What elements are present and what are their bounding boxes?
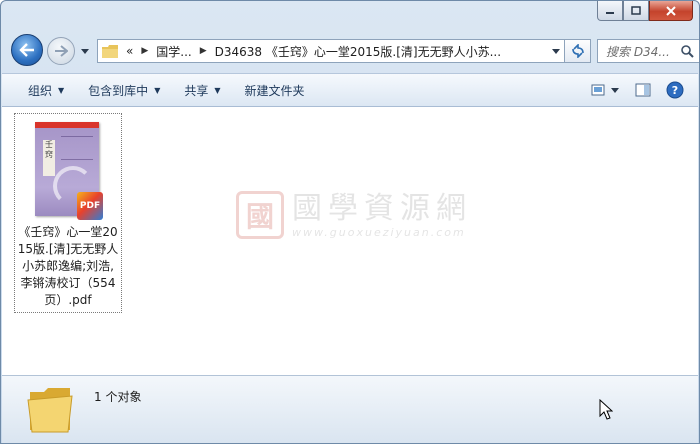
address-dropdown-button[interactable] bbox=[548, 40, 564, 62]
help-button[interactable]: ? bbox=[662, 78, 688, 102]
back-button[interactable] bbox=[11, 34, 43, 66]
watermark-seal: 國 bbox=[236, 191, 284, 239]
arrow-left-icon bbox=[19, 43, 34, 57]
refresh-button[interactable] bbox=[565, 39, 591, 63]
folder-icon bbox=[102, 44, 118, 58]
view-icon bbox=[591, 84, 619, 96]
explorer-window: « ▶ 国学... ▶ D34638 《壬窍》心一堂2015版.[清]无无野人小… bbox=[0, 0, 700, 444]
watermark-url: www.guoxueziyuan.com bbox=[292, 225, 466, 239]
folder-icon bbox=[27, 388, 73, 433]
search-placeholder: 搜索 D34... bbox=[606, 44, 670, 59]
caption-buttons bbox=[597, 1, 693, 21]
watermark-text: 國學資源網 www.guoxueziyuan.com bbox=[292, 190, 472, 239]
organize-label: 组织 bbox=[28, 83, 53, 98]
close-button[interactable] bbox=[649, 1, 693, 21]
breadcrumb-overflow[interactable]: « bbox=[126, 44, 133, 58]
navigation-bar: « ▶ 国学... ▶ D34638 《壬窍》心一堂2015版.[清]无无野人小… bbox=[9, 31, 699, 69]
chevron-down-icon bbox=[552, 48, 560, 54]
include-in-library-label: 包含到库中 bbox=[88, 83, 149, 98]
pdf-icon: PDF bbox=[77, 192, 103, 220]
address-bar[interactable]: « ▶ 国学... ▶ D34638 《壬窍》心一堂2015版.[清]无无野人小… bbox=[97, 39, 565, 63]
details-pane: 1 个对象 bbox=[2, 375, 698, 443]
chevron-down-icon bbox=[81, 48, 89, 54]
search-icon[interactable] bbox=[680, 44, 694, 58]
chevron-down-icon: ▼ bbox=[58, 85, 65, 95]
minimize-button[interactable] bbox=[597, 1, 623, 21]
forward-button[interactable] bbox=[47, 37, 75, 65]
organize-menu[interactable]: 组织 ▼ bbox=[16, 78, 76, 102]
file-list[interactable]: 壬窍 PDF 《壬窍》心一堂2015版.[清]无无野人小苏郎逸编;刘浩, 李锵涛… bbox=[2, 107, 698, 375]
breadcrumb: « ▶ 国学... ▶ D34638 《壬窍》心一堂2015版.[清]无无野人小… bbox=[126, 43, 548, 60]
breadcrumb-segment[interactable]: 国学... bbox=[156, 43, 191, 60]
chevron-down-icon: ▼ bbox=[154, 85, 161, 95]
preview-pane-icon bbox=[635, 83, 651, 97]
cover-text-lines bbox=[61, 136, 93, 160]
arrow-right-icon bbox=[55, 45, 68, 57]
item-count: 1 个对象 bbox=[94, 390, 142, 404]
chevron-down-icon: ▼ bbox=[214, 85, 221, 95]
cover-strip bbox=[35, 122, 99, 128]
preview-pane-button[interactable] bbox=[630, 78, 656, 102]
svg-text:?: ? bbox=[672, 84, 678, 97]
file-name: 《壬窍》心一堂2015版.[清]无无野人小苏郎逸编;刘浩, 李锵涛校订（554页… bbox=[17, 225, 119, 307]
include-in-library-menu[interactable]: 包含到库中 ▼ bbox=[76, 78, 172, 102]
share-label: 共享 bbox=[184, 83, 209, 98]
view-controls: ? bbox=[582, 78, 688, 102]
maximize-icon bbox=[631, 6, 641, 15]
new-folder-button[interactable]: 新建文件夹 bbox=[233, 78, 317, 102]
command-bar: 组织 ▼ 包含到库中 ▼ 共享 ▼ 新建文件夹 ? bbox=[2, 73, 698, 107]
refresh-icon bbox=[571, 44, 584, 58]
minimize-icon bbox=[606, 11, 614, 14]
new-folder-label: 新建文件夹 bbox=[244, 83, 305, 98]
change-view-button[interactable] bbox=[588, 78, 624, 102]
watermark-title: 國學資源網 bbox=[292, 190, 472, 226]
recent-pages-button[interactable] bbox=[79, 45, 91, 57]
mouse-cursor-icon bbox=[599, 399, 613, 420]
share-menu[interactable]: 共享 ▼ bbox=[172, 78, 232, 102]
breadcrumb-separator-icon[interactable]: ▶ bbox=[141, 46, 148, 56]
close-icon bbox=[666, 5, 676, 16]
watermark: 國 國學資源網 www.guoxueziyuan.com bbox=[236, 191, 472, 239]
breadcrumb-separator-icon[interactable]: ▶ bbox=[200, 46, 207, 56]
cover-label: 壬窍 bbox=[43, 140, 55, 176]
breadcrumb-segment[interactable]: D34638 《壬窍》心一堂2015版.[清]无无野人小苏... bbox=[215, 43, 501, 60]
search-box[interactable]: 搜索 D34... bbox=[597, 39, 699, 63]
file-item[interactable]: 壬窍 PDF 《壬窍》心一堂2015版.[清]无无野人小苏郎逸编;刘浩, 李锵涛… bbox=[14, 113, 122, 313]
maximize-button[interactable] bbox=[623, 1, 649, 21]
help-icon: ? bbox=[666, 81, 684, 99]
